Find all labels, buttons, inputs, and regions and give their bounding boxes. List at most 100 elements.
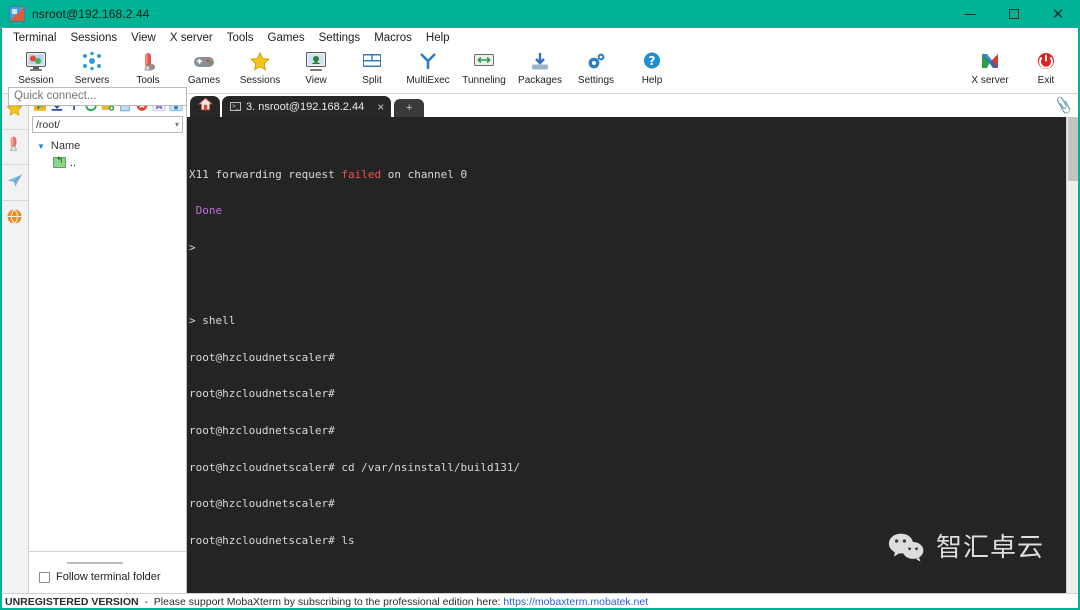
toolbar-split[interactable]: Split [344, 47, 400, 93]
unregistered-version-label: UNREGISTERED VERSION [5, 596, 139, 608]
title-bar: nsroot@192.168.2.44 ✕ [0, 0, 1080, 28]
menu-sessions[interactable]: Sessions [63, 29, 124, 47]
toolbar-help[interactable]: ? Help [624, 47, 680, 93]
toolbar-servers-label: Servers [74, 75, 110, 86]
home-tab[interactable] [190, 96, 220, 117]
follow-terminal-folder-row[interactable]: Follow terminal folder [39, 571, 186, 583]
tree-column-name: Name [50, 140, 81, 152]
toolbar-sessions[interactable]: Sessions [232, 47, 288, 93]
tab-strip: >_ 3. nsroot@192.168.2.44 × + 📎 [187, 94, 1080, 117]
toolbar-view[interactable]: View [288, 47, 344, 93]
terminal-line: X11 forwarding request failed on channel… [189, 167, 468, 181]
view-icon [305, 49, 327, 74]
divider [67, 562, 123, 564]
menu-bar: Terminal Sessions View X server Tools Ga… [0, 28, 1080, 47]
toolbar-x-server-label: X server [971, 75, 1009, 86]
toolbar-exit-label: Exit [1037, 75, 1055, 86]
settings-gear-icon [585, 49, 607, 74]
wechat-icon [795, 519, 926, 577]
toolbar-right-group: X server Exit [962, 47, 1074, 93]
toolbar-multiexec-label: MultiExec [406, 75, 450, 86]
terminal-scrollbar[interactable] [1066, 117, 1080, 593]
scrollbar-thumb[interactable] [1068, 117, 1079, 181]
mobaxterm-link[interactable]: https://mobaxterm.mobatek.net [503, 596, 648, 608]
list-item[interactable]: .. [29, 154, 186, 171]
swiss-knife-tools-icon [6, 135, 22, 158]
power-exit-icon [1035, 49, 1057, 74]
window-controls: ✕ [948, 0, 1080, 28]
menu-settings[interactable]: Settings [312, 29, 368, 47]
packages-icon [529, 49, 551, 74]
terminal-line: root@hzcloudnetscaler# [189, 350, 335, 364]
status-text: - Please support MobaXterm by subscribin… [138, 596, 501, 608]
failed-token: failed [341, 167, 382, 181]
watermark: 智汇卓云 [795, 519, 1044, 577]
menu-view[interactable]: View [124, 29, 163, 47]
tab-label: 3. nsroot@192.168.2.44 [246, 100, 365, 113]
new-tab-button[interactable]: + [394, 99, 425, 117]
terminal-line: root@hzcloudnetscaler# [189, 387, 335, 401]
menu-tools[interactable]: Tools [220, 29, 261, 47]
terminal-line: root@hzcloudnetscaler# cd /var/nsinstall… [189, 460, 521, 474]
terminal-area: X11 forwarding request failed on channel… [187, 117, 1080, 593]
toolbar-packages-label: Packages [518, 75, 562, 86]
menu-macros[interactable]: Macros [367, 29, 419, 47]
rail-macros-button[interactable] [0, 165, 28, 201]
toolbar-tools-label: Tools [136, 75, 160, 86]
terminal-line: root@hzcloudnetscaler# [189, 497, 335, 511]
app-logo-icon [9, 6, 25, 22]
rail-tools-button[interactable] [0, 130, 28, 166]
minimize-button[interactable] [948, 0, 992, 28]
toolbar-split-label: Split [362, 75, 382, 86]
left-icon-rail [0, 94, 29, 593]
toolbar-packages[interactable]: Packages [512, 47, 568, 93]
path-row: /root/ ▾ [29, 114, 186, 133]
tab-session-1[interactable]: >_ 3. nsroot@192.168.2.44 × [222, 96, 392, 117]
rail-network-button[interactable] [0, 201, 28, 237]
close-icon[interactable]: × [377, 100, 384, 114]
file-browser-sidebar: A /root/ ▾ ▼ Name .. [29, 94, 187, 593]
toolbar-view-label: View [305, 75, 327, 86]
tree-header: ▼ Name [29, 138, 186, 154]
terminal-icon: >_ [230, 102, 241, 111]
follow-terminal-folder-checkbox[interactable] [39, 571, 50, 583]
menu-games[interactable]: Games [261, 29, 312, 47]
toolbar-multiexec[interactable]: MultiExec [400, 47, 456, 93]
toolbar-tunneling[interactable]: Tunneling [456, 47, 512, 93]
close-button[interactable]: ✕ [1036, 0, 1080, 28]
toolbar-games-label: Games [187, 75, 221, 86]
status-bar: UNREGISTERED VERSION - Please support Mo… [0, 593, 1080, 610]
menu-terminal[interactable]: Terminal [6, 29, 63, 47]
multiexec-icon [417, 49, 439, 74]
list-item-label: .. [70, 156, 77, 169]
x-server-icon [979, 49, 1001, 74]
home-tab-icon [197, 97, 213, 116]
toolbar-settings-label: Settings [577, 75, 615, 86]
path-value: /root/ [36, 118, 60, 131]
sessions-star-icon [249, 49, 271, 74]
paper-plane-send-icon [6, 172, 23, 194]
menu-help[interactable]: Help [419, 29, 457, 47]
globe-network-icon [6, 208, 23, 230]
maximize-button[interactable] [992, 0, 1036, 28]
toolbar-sessions-label: Sessions [239, 75, 281, 86]
sidebar-footer: Follow terminal folder [29, 551, 186, 593]
toolbar-x-server[interactable]: X server [962, 47, 1018, 93]
chevron-down-icon[interactable]: ▼ [37, 142, 45, 151]
parent-folder-icon [53, 155, 66, 168]
toolbar-exit[interactable]: Exit [1018, 47, 1074, 93]
quick-connect-input[interactable] [8, 86, 187, 106]
toolbar-session-label: Session [18, 75, 54, 86]
terminal-output[interactable]: X11 forwarding request failed on channel… [187, 117, 1066, 593]
toolbar-help-label: Help [641, 75, 663, 86]
paperclip-icon[interactable]: 📎 [1053, 95, 1073, 115]
quick-connect-container [8, 86, 187, 106]
menu-x-server[interactable]: X server [163, 29, 220, 47]
watermark-text: 智汇卓云 [935, 533, 1044, 564]
toolbar-settings[interactable]: Settings [568, 47, 624, 93]
path-dropdown[interactable]: /root/ ▾ [32, 116, 183, 133]
follow-terminal-folder-label: Follow terminal folder [56, 571, 161, 583]
terminal-line: > [189, 241, 196, 254]
help-question-icon: ? [641, 49, 663, 74]
